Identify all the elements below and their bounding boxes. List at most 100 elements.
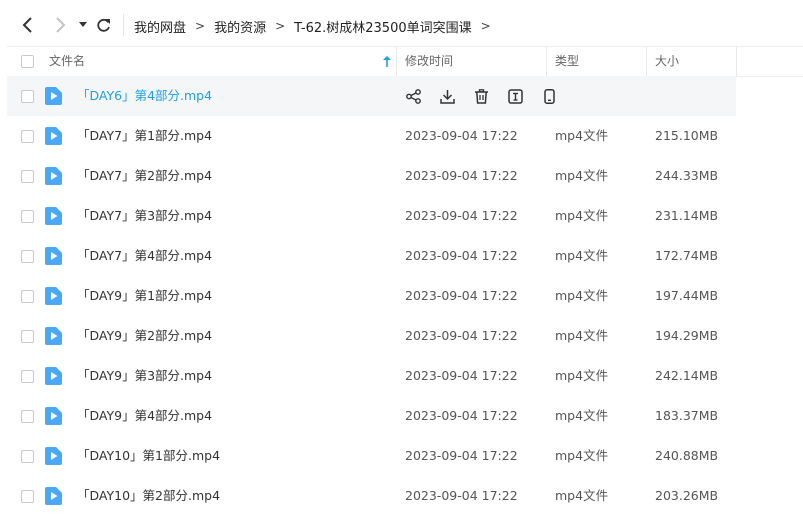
video-file-icon <box>45 407 62 425</box>
delete-button[interactable] <box>473 88 490 105</box>
modified-time: 2023-09-04 17:22 <box>405 208 518 223</box>
modified-time: 2023-09-04 17:22 <box>405 448 518 463</box>
row-checkbox[interactable] <box>21 330 34 343</box>
table-row[interactable]: 「DAY7」第3部分.mp4 2023-09-04 17:22 mp4文件 231.1… <box>7 196 803 236</box>
row-checkbox[interactable] <box>21 90 34 103</box>
column-divider <box>546 47 547 76</box>
chevron-left-icon <box>22 17 32 33</box>
file-list: 「DAY6」第4部分.mp4 「DAY7」第1部分.mp4 2023-09-04… <box>7 76 803 516</box>
download-icon <box>440 90 455 104</box>
row-checkbox[interactable] <box>21 290 34 303</box>
column-header-modified[interactable]: 修改时间 <box>405 47 453 76</box>
table-row[interactable]: 「DAY9」第2部分.mp4 2023-09-04 17:22 mp4文件 194.2… <box>7 316 803 356</box>
file-name[interactable]: 「DAY6」第4部分.mp4 <box>77 76 212 116</box>
select-all-checkbox[interactable] <box>21 55 34 68</box>
share-icon <box>406 89 421 104</box>
sort-ascending-icon[interactable] <box>383 56 391 67</box>
column-header-size[interactable]: 大小 <box>655 47 679 76</box>
send-to-phone-button[interactable] <box>541 88 558 105</box>
breadcrumb-item[interactable]: 我的资源 <box>214 17 266 36</box>
column-divider <box>396 47 397 76</box>
file-type: mp4文件 <box>555 128 609 143</box>
share-button[interactable] <box>405 88 422 105</box>
mobile-icon <box>544 89 555 104</box>
file-type: mp4文件 <box>555 368 609 383</box>
modified-time: 2023-09-04 17:22 <box>405 248 518 263</box>
top-navigation-bar: 我的网盘 > 我的资源 > T-62.树成林23500单词突围课 > <box>0 0 803 50</box>
file-size: 197.44MB <box>655 288 719 303</box>
file-name[interactable]: 「DAY7」第1部分.mp4 <box>77 116 212 156</box>
file-size: 244.33MB <box>655 168 719 183</box>
file-size: 215.10MB <box>655 128 719 143</box>
file-type: mp4文件 <box>555 328 609 343</box>
modified-time: 2023-09-04 17:22 <box>405 128 518 143</box>
modified-time: 2023-09-04 17:22 <box>405 288 518 303</box>
rename-button[interactable] <box>507 88 524 105</box>
row-checkbox[interactable] <box>21 210 34 223</box>
toolbar-divider <box>123 14 124 36</box>
breadcrumb-item[interactable]: 我的网盘 <box>134 17 186 36</box>
file-type: mp4文件 <box>555 288 609 303</box>
file-name[interactable]: 「DAY10」第2部分.mp4 <box>77 476 220 516</box>
modified-time: 2023-09-04 17:22 <box>405 488 518 503</box>
video-file-icon <box>45 247 62 265</box>
row-checkbox[interactable] <box>21 410 34 423</box>
row-actions <box>405 88 558 105</box>
row-checkbox[interactable] <box>21 250 34 263</box>
file-name[interactable]: 「DAY10」第1部分.mp4 <box>77 436 220 476</box>
file-name[interactable]: 「DAY7」第4部分.mp4 <box>77 236 212 276</box>
file-name[interactable]: 「DAY9」第1部分.mp4 <box>77 276 212 316</box>
file-size: 231.14MB <box>655 208 719 223</box>
file-name[interactable]: 「DAY9」第4部分.mp4 <box>77 396 212 436</box>
breadcrumb-separator: > <box>195 19 206 33</box>
row-checkbox[interactable] <box>21 490 34 503</box>
forward-button[interactable] <box>49 14 71 36</box>
modified-time: 2023-09-04 17:22 <box>405 368 518 383</box>
video-file-icon <box>45 87 62 105</box>
file-name[interactable]: 「DAY7」第2部分.mp4 <box>77 156 212 196</box>
file-size: 183.37MB <box>655 408 719 423</box>
table-row[interactable]: 「DAY7」第2部分.mp4 2023-09-04 17:22 mp4文件 244.3… <box>7 156 803 196</box>
history-dropdown-button[interactable] <box>72 14 94 36</box>
file-type: mp4文件 <box>555 488 609 503</box>
table-row[interactable]: 「DAY7」第4部分.mp4 2023-09-04 17:22 mp4文件 172.7… <box>7 236 803 276</box>
table-row[interactable]: 「DAY10」第2部分.mp4 2023-09-04 17:22 mp4文件 203.… <box>7 476 803 516</box>
back-button[interactable] <box>17 14 39 36</box>
refresh-button[interactable] <box>92 14 114 36</box>
column-divider <box>646 47 647 76</box>
row-checkbox[interactable] <box>21 450 34 463</box>
column-header-type[interactable]: 类型 <box>555 47 579 76</box>
table-row[interactable]: 「DAY10」第1部分.mp4 2023-09-04 17:22 mp4文件 240.… <box>7 436 803 476</box>
video-file-icon <box>45 287 62 305</box>
file-type: mp4文件 <box>555 408 609 423</box>
breadcrumb-separator: > <box>275 19 286 33</box>
file-type: mp4文件 <box>555 168 609 183</box>
rename-icon <box>508 89 523 104</box>
breadcrumb: 我的网盘 > 我的资源 > T-62.树成林23500单词突围课 > <box>134 16 500 36</box>
breadcrumb-separator: > <box>480 19 491 33</box>
refresh-icon <box>96 18 110 32</box>
modified-time: 2023-09-04 17:22 <box>405 408 518 423</box>
modified-time: 2023-09-04 17:22 <box>405 328 518 343</box>
column-header-name[interactable]: 文件名 <box>49 47 85 76</box>
file-type: mp4文件 <box>555 208 609 223</box>
chevron-right-icon <box>56 17 66 33</box>
file-name[interactable]: 「DAY9」第3部分.mp4 <box>77 356 212 396</box>
download-button[interactable] <box>439 88 456 105</box>
row-checkbox[interactable] <box>21 170 34 183</box>
video-file-icon <box>45 367 62 385</box>
breadcrumb-item[interactable]: T-62.树成林23500单词突围课 <box>294 17 471 36</box>
table-row[interactable]: 「DAY9」第1部分.mp4 2023-09-04 17:22 mp4文件 197.4… <box>7 276 803 316</box>
table-row[interactable]: 「DAY9」第3部分.mp4 2023-09-04 17:22 mp4文件 242.1… <box>7 356 803 396</box>
table-row[interactable]: 「DAY7」第1部分.mp4 2023-09-04 17:22 mp4文件 215.1… <box>7 116 803 156</box>
row-checkbox[interactable] <box>21 370 34 383</box>
trash-icon <box>475 89 488 104</box>
file-size: 194.29MB <box>655 328 719 343</box>
table-row[interactable]: 「DAY9」第4部分.mp4 2023-09-04 17:22 mp4文件 183.3… <box>7 396 803 436</box>
video-file-icon <box>45 327 62 345</box>
table-row[interactable]: 「DAY6」第4部分.mp4 <box>7 76 736 116</box>
file-name[interactable]: 「DAY9」第2部分.mp4 <box>77 316 212 356</box>
row-checkbox[interactable] <box>21 130 34 143</box>
file-name[interactable]: 「DAY7」第3部分.mp4 <box>77 196 212 236</box>
file-size: 242.14MB <box>655 368 719 383</box>
